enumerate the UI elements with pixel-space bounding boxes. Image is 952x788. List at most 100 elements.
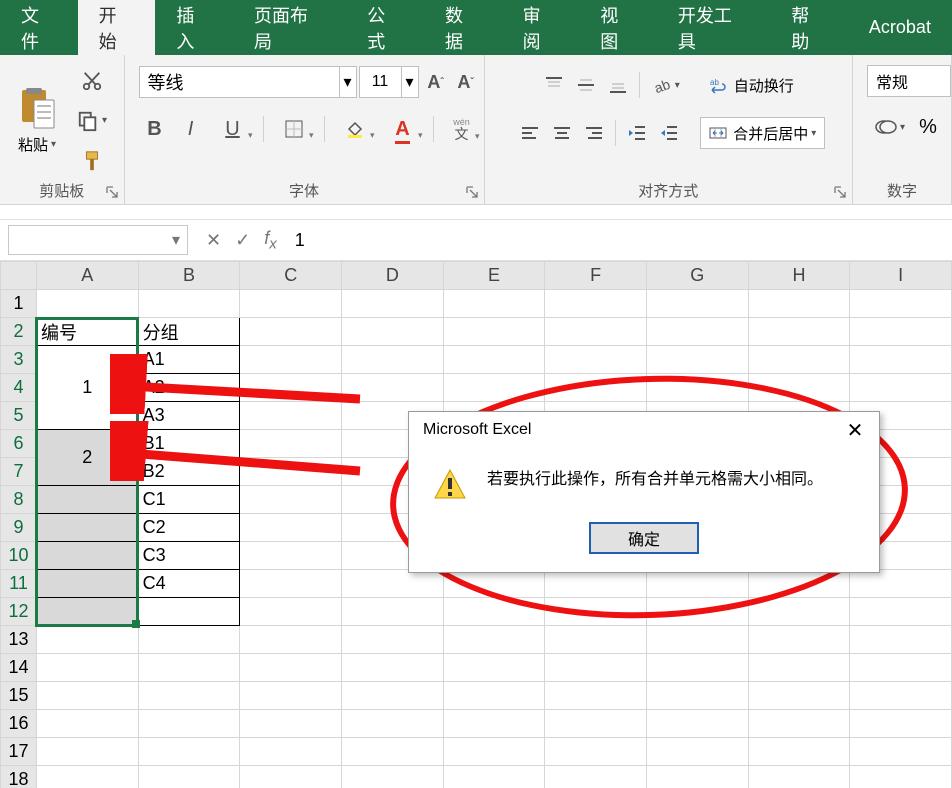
tab-review[interactable]: 审阅 — [502, 0, 580, 55]
align-middle-button[interactable] — [571, 70, 601, 100]
cell-A12[interactable] — [36, 598, 138, 626]
column-header-C[interactable]: C — [240, 262, 342, 290]
cell-A9[interactable] — [36, 514, 138, 542]
cell-F3[interactable] — [545, 346, 647, 374]
cell-G11[interactable] — [646, 570, 748, 598]
formula-bar[interactable]: 1 — [289, 230, 952, 251]
cell-B13[interactable] — [138, 626, 240, 654]
cell-C13[interactable] — [240, 626, 342, 654]
dialog-ok-button[interactable]: 确定 — [589, 522, 699, 554]
cell-G13[interactable] — [646, 626, 748, 654]
cell-G2[interactable] — [646, 318, 748, 346]
cell-I13[interactable] — [850, 626, 952, 654]
align-launcher-icon[interactable] — [832, 184, 848, 200]
cell-E15[interactable] — [443, 682, 545, 710]
tab-insert[interactable]: 插入 — [155, 0, 233, 55]
cell-D17[interactable] — [342, 738, 444, 766]
cell-B10[interactable]: C3 — [138, 542, 240, 570]
cell-F11[interactable] — [545, 570, 647, 598]
cell-I16[interactable] — [850, 710, 952, 738]
cell-B17[interactable] — [138, 738, 240, 766]
cell-I4[interactable] — [850, 374, 952, 402]
orientation-button[interactable]: ab▾ — [646, 70, 686, 100]
cell-H11[interactable] — [748, 570, 850, 598]
cell-C10[interactable] — [240, 542, 342, 570]
cell-A6[interactable]: 2 — [36, 430, 138, 486]
cell-H13[interactable] — [748, 626, 850, 654]
underline-button[interactable]: U▾ — [211, 113, 255, 145]
tab-dev[interactable]: 开发工具 — [657, 0, 770, 55]
row-header-3[interactable]: 3 — [1, 346, 37, 374]
cell-H12[interactable] — [748, 598, 850, 626]
cell-D1[interactable] — [342, 290, 444, 318]
cell-G17[interactable] — [646, 738, 748, 766]
tab-view[interactable]: 视图 — [579, 0, 657, 55]
cell-A17[interactable] — [36, 738, 138, 766]
cell-I1[interactable] — [850, 290, 952, 318]
increase-font-button[interactable]: Aˆ — [423, 66, 449, 98]
cancel-edit-button[interactable]: ✕ — [206, 230, 221, 251]
cell-D15[interactable] — [342, 682, 444, 710]
row-header-13[interactable]: 13 — [1, 626, 37, 654]
cell-G14[interactable] — [646, 654, 748, 682]
paste-button[interactable]: 粘贴 ▾ — [18, 134, 56, 155]
phonetic-guide-button[interactable]: wén文▾ — [442, 113, 482, 145]
cell-F1[interactable] — [545, 290, 647, 318]
cell-B1[interactable] — [138, 290, 240, 318]
cell-A8[interactable] — [36, 486, 138, 514]
cell-F16[interactable] — [545, 710, 647, 738]
cell-H15[interactable] — [748, 682, 850, 710]
cell-C12[interactable] — [240, 598, 342, 626]
cell-E1[interactable] — [443, 290, 545, 318]
cell-G12[interactable] — [646, 598, 748, 626]
cell-C18[interactable] — [240, 766, 342, 788]
accounting-format-button[interactable]: ▾ — [871, 111, 909, 143]
cell-A10[interactable] — [36, 542, 138, 570]
bold-button[interactable]: B — [139, 113, 171, 145]
cell-B3[interactable]: A1 — [138, 346, 240, 374]
align-right-button[interactable] — [579, 118, 609, 148]
cell-E17[interactable] — [443, 738, 545, 766]
cell-A18[interactable] — [36, 766, 138, 788]
cell-C5[interactable] — [240, 402, 342, 430]
row-header-1[interactable]: 1 — [1, 290, 37, 318]
cell-B6[interactable]: B1 — [138, 430, 240, 458]
cell-C2[interactable] — [240, 318, 342, 346]
cell-E11[interactable] — [443, 570, 545, 598]
cell-G15[interactable] — [646, 682, 748, 710]
cell-C9[interactable] — [240, 514, 342, 542]
align-left-button[interactable] — [515, 118, 545, 148]
cell-B2[interactable]: 分组 — [138, 318, 240, 346]
accept-edit-button[interactable]: ✓ — [235, 230, 250, 251]
cell-B5[interactable]: A3 — [138, 402, 240, 430]
cell-D18[interactable] — [342, 766, 444, 788]
row-header-8[interactable]: 8 — [1, 486, 37, 514]
cell-I15[interactable] — [850, 682, 952, 710]
row-header-6[interactable]: 6 — [1, 430, 37, 458]
cell-D2[interactable] — [342, 318, 444, 346]
column-header-H[interactable]: H — [748, 262, 850, 290]
cell-A2[interactable]: 编号 — [36, 318, 138, 346]
cell-F4[interactable] — [545, 374, 647, 402]
cell-C8[interactable] — [240, 486, 342, 514]
borders-button[interactable]: ▾ — [272, 113, 316, 145]
cell-E4[interactable] — [443, 374, 545, 402]
cell-A16[interactable] — [36, 710, 138, 738]
cell-E18[interactable] — [443, 766, 545, 788]
cell-F13[interactable] — [545, 626, 647, 654]
cell-H14[interactable] — [748, 654, 850, 682]
cell-E16[interactable] — [443, 710, 545, 738]
cell-A14[interactable] — [36, 654, 138, 682]
cell-D4[interactable] — [342, 374, 444, 402]
cell-C16[interactable] — [240, 710, 342, 738]
row-header-17[interactable]: 17 — [1, 738, 37, 766]
name-box-dropdown-icon[interactable]: ▾ — [165, 230, 187, 250]
decrease-font-button[interactable]: Aˇ — [453, 66, 479, 98]
cell-D13[interactable] — [342, 626, 444, 654]
cell-I18[interactable] — [850, 766, 952, 788]
percent-format-button[interactable]: % — [909, 111, 947, 143]
cell-A3[interactable]: 1 — [36, 346, 138, 430]
cell-B9[interactable]: C2 — [138, 514, 240, 542]
name-box[interactable]: ▾ — [8, 225, 188, 255]
insert-function-button[interactable]: fx — [264, 228, 277, 253]
